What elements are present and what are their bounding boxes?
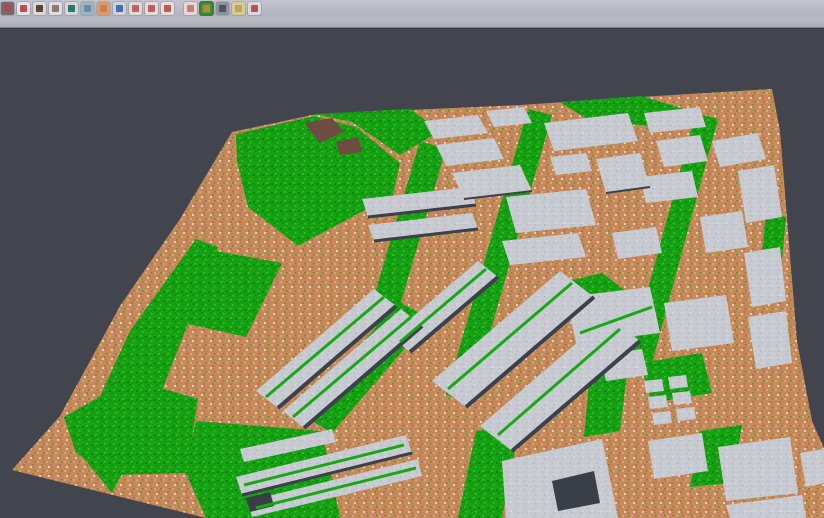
sparse-points-icon-glyph bbox=[52, 5, 59, 12]
building-roof bbox=[676, 407, 696, 421]
globe-view-icon[interactable] bbox=[113, 2, 126, 15]
building-roof bbox=[700, 211, 748, 253]
flag-marker-icon-glyph bbox=[251, 5, 258, 12]
main-toolbar bbox=[0, 0, 824, 28]
orthophoto-icon-glyph bbox=[100, 5, 107, 12]
grid-overlay-icon-glyph bbox=[187, 5, 194, 12]
dem-surface-icon-glyph bbox=[68, 5, 75, 12]
3d-viewport[interactable] bbox=[0, 28, 824, 517]
flag-marker-icon[interactable] bbox=[248, 2, 261, 15]
building-roof bbox=[644, 379, 664, 393]
dem-surface-icon[interactable] bbox=[65, 2, 78, 15]
building-roof bbox=[550, 153, 592, 175]
export-icon-glyph bbox=[235, 5, 242, 12]
terrain-model-icon-glyph bbox=[36, 5, 43, 12]
globe-view-icon-glyph bbox=[116, 5, 123, 12]
building-roof bbox=[718, 437, 798, 501]
grid-overlay-icon[interactable] bbox=[184, 2, 197, 15]
camera-icon[interactable] bbox=[216, 2, 229, 15]
sparse-points-icon[interactable] bbox=[49, 2, 62, 15]
classification-colors-icon-glyph bbox=[203, 5, 210, 12]
camera-icon-glyph bbox=[219, 5, 226, 12]
layers-icon-glyph bbox=[132, 5, 139, 12]
terrain-model-icon[interactable] bbox=[33, 2, 46, 15]
selection-brackets-icon[interactable] bbox=[161, 2, 174, 15]
points-scatter-icon[interactable] bbox=[17, 2, 30, 15]
building-roof bbox=[664, 295, 734, 351]
target-picker-icon-glyph bbox=[148, 5, 155, 12]
profile-view-icon[interactable] bbox=[81, 2, 94, 15]
building-roof bbox=[672, 391, 692, 405]
layers-icon[interactable] bbox=[129, 2, 142, 15]
building-roof bbox=[668, 375, 688, 389]
building-roof bbox=[652, 411, 672, 425]
building-roof bbox=[648, 395, 668, 409]
selection-brackets-icon-glyph bbox=[164, 5, 171, 12]
profile-view-icon-glyph bbox=[84, 5, 91, 12]
orthophoto-icon[interactable] bbox=[97, 2, 110, 15]
points-scatter-icon-glyph bbox=[20, 5, 27, 12]
point-cloud-render bbox=[0, 1, 824, 518]
building-roof bbox=[648, 433, 708, 479]
classification-colors-icon[interactable] bbox=[200, 2, 213, 15]
open-dataset-icon[interactable] bbox=[1, 2, 14, 15]
export-icon[interactable] bbox=[232, 2, 245, 15]
target-picker-icon[interactable] bbox=[145, 2, 158, 15]
open-dataset-icon-glyph bbox=[4, 5, 11, 12]
